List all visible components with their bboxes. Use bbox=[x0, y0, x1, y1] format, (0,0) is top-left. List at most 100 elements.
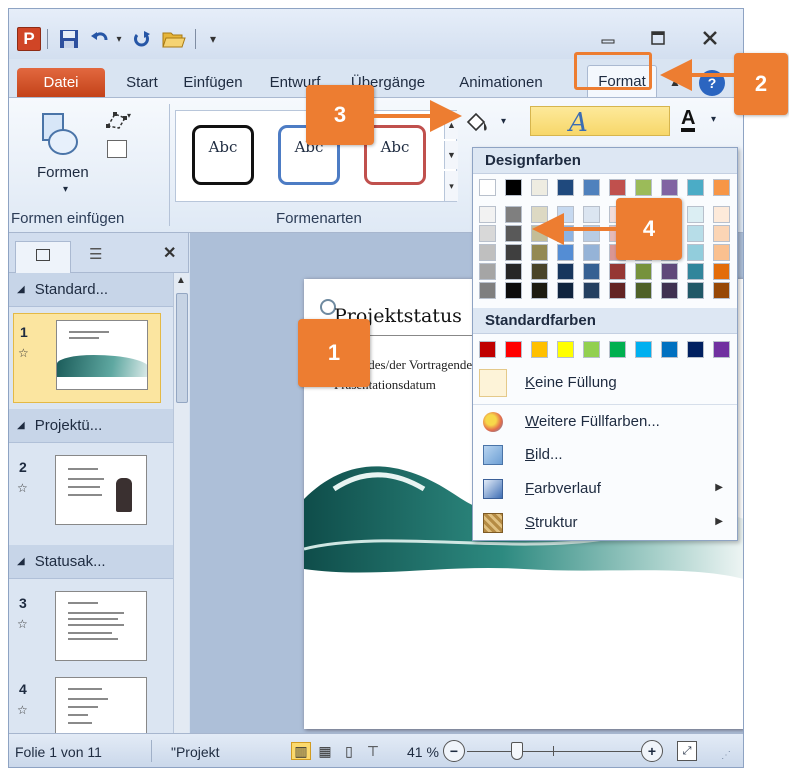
theme-shade-swatch[interactable] bbox=[479, 263, 496, 280]
no-fill-item[interactable]: Keine Füllung bbox=[473, 366, 737, 400]
zoom-level[interactable]: 41 % bbox=[407, 744, 439, 760]
theme-shade-swatch[interactable] bbox=[505, 244, 522, 261]
scrollbar-thumb[interactable] bbox=[176, 293, 188, 403]
standard-color-swatch[interactable] bbox=[531, 341, 548, 358]
theme-color-swatch[interactable] bbox=[557, 179, 574, 196]
theme-shade-swatch[interactable] bbox=[687, 282, 704, 299]
theme-shade-swatch[interactable] bbox=[687, 263, 704, 280]
theme-shade-swatch[interactable] bbox=[505, 263, 522, 280]
theme-shade-swatch[interactable] bbox=[479, 225, 496, 242]
edit-shape-icon[interactable]: ▾ bbox=[105, 110, 133, 137]
theme-color-swatch[interactable] bbox=[635, 179, 652, 196]
shape-fill-icon[interactable] bbox=[464, 112, 492, 142]
picture-fill-item[interactable]: Bild... bbox=[473, 438, 737, 472]
theme-shade-swatch[interactable] bbox=[661, 263, 678, 280]
undo-icon[interactable] bbox=[89, 27, 111, 51]
theme-shade-swatch[interactable] bbox=[713, 282, 730, 299]
standard-color-swatch[interactable] bbox=[687, 341, 704, 358]
slide-thumbnail[interactable]: 4 ☆ bbox=[13, 671, 161, 733]
text-fill-dropdown-icon[interactable]: ▾ bbox=[711, 114, 716, 125]
undo-dropdown-icon[interactable]: ▾ bbox=[113, 27, 125, 51]
customize-toolbar-icon[interactable]: ▾ bbox=[205, 27, 221, 51]
normal-view-icon[interactable]: ▥ bbox=[291, 742, 311, 760]
theme-shade-swatch[interactable] bbox=[713, 225, 730, 242]
standard-color-swatch[interactable] bbox=[479, 341, 496, 358]
theme-shade-swatch[interactable] bbox=[557, 282, 574, 299]
tab-file[interactable]: Datei bbox=[17, 68, 105, 97]
section-header[interactable]: ◢ Standard... bbox=[9, 273, 173, 307]
close-button[interactable] bbox=[694, 27, 726, 49]
theme-shade-swatch[interactable] bbox=[609, 263, 626, 280]
redo-icon[interactable] bbox=[131, 27, 153, 51]
theme-color-swatch[interactable] bbox=[479, 179, 496, 196]
save-icon[interactable] bbox=[57, 27, 81, 51]
theme-color-swatch[interactable] bbox=[713, 179, 730, 196]
section-header[interactable]: ◢ Statusak... bbox=[9, 545, 173, 579]
fit-to-window-icon[interactable]: ⤢ bbox=[677, 741, 697, 761]
tab-animations[interactable]: Animationen bbox=[445, 68, 557, 97]
theme-shade-swatch[interactable] bbox=[557, 206, 574, 223]
theme-shade-swatch[interactable] bbox=[713, 206, 730, 223]
standard-color-swatch[interactable] bbox=[583, 341, 600, 358]
tab-insert[interactable]: Einfügen bbox=[171, 68, 255, 97]
gallery-scroll-down-icon[interactable]: ▼ bbox=[444, 141, 458, 169]
scroll-up-icon[interactable]: ▲ bbox=[176, 275, 186, 286]
tab-start[interactable]: Start bbox=[117, 68, 167, 97]
zoom-in-button[interactable]: + bbox=[641, 740, 663, 762]
minimize-ribbon-icon[interactable]: ▲ bbox=[669, 75, 681, 89]
powerpoint-app-icon[interactable]: P bbox=[17, 27, 41, 51]
theme-shade-swatch[interactable] bbox=[557, 263, 574, 280]
minimize-button[interactable] bbox=[592, 27, 624, 49]
theme-shade-swatch[interactable] bbox=[713, 244, 730, 261]
theme-color-swatch[interactable] bbox=[505, 179, 522, 196]
standard-color-swatch[interactable] bbox=[635, 341, 652, 358]
slide-thumbnail[interactable]: 3 ☆ bbox=[13, 585, 161, 675]
zoom-out-button[interactable]: − bbox=[443, 740, 465, 762]
theme-color-swatch[interactable] bbox=[609, 179, 626, 196]
theme-shade-swatch[interactable] bbox=[687, 225, 704, 242]
slide-list-scrollbar[interactable]: ▲ bbox=[173, 273, 189, 733]
gallery-more-icon[interactable]: ▾ bbox=[444, 171, 458, 201]
theme-shade-swatch[interactable] bbox=[687, 244, 704, 261]
gradient-fill-item[interactable]: Farbverlauf ▶ bbox=[473, 472, 737, 506]
resize-grip-icon[interactable]: ⋰ bbox=[721, 750, 731, 761]
texture-fill-item[interactable]: Struktur ▶ bbox=[473, 506, 737, 540]
slide-show-icon[interactable]: ⊤ bbox=[363, 742, 383, 760]
theme-shade-swatch[interactable] bbox=[661, 282, 678, 299]
theme-color-swatch[interactable] bbox=[531, 179, 548, 196]
standard-color-swatch[interactable] bbox=[557, 341, 574, 358]
theme-color-swatch[interactable] bbox=[687, 179, 704, 196]
close-panel-icon[interactable]: ✕ bbox=[163, 243, 176, 263]
standard-color-swatch[interactable] bbox=[505, 341, 522, 358]
theme-shade-swatch[interactable] bbox=[635, 282, 652, 299]
shapes-button[interactable]: Formen bbox=[37, 164, 89, 181]
theme-shade-swatch[interactable] bbox=[531, 282, 548, 299]
text-box-icon[interactable] bbox=[107, 140, 127, 158]
section-header[interactable]: ◢ Projektü... bbox=[9, 409, 173, 443]
shape-style-black[interactable]: Abc bbox=[192, 125, 254, 185]
theme-shade-swatch[interactable] bbox=[635, 263, 652, 280]
theme-name[interactable]: "Projekt bbox=[171, 744, 220, 760]
maximize-button[interactable] bbox=[642, 27, 674, 49]
slide-thumbnail[interactable]: 1 ☆ bbox=[13, 313, 161, 403]
slide-sorter-icon[interactable]: ▦ bbox=[315, 742, 335, 760]
theme-shade-swatch[interactable] bbox=[479, 206, 496, 223]
theme-shade-swatch[interactable] bbox=[505, 206, 522, 223]
theme-shade-swatch[interactable] bbox=[583, 244, 600, 261]
slide-thumbnail[interactable]: 2 ☆ bbox=[13, 449, 161, 539]
theme-shade-swatch[interactable] bbox=[479, 244, 496, 261]
theme-shade-swatch[interactable] bbox=[583, 206, 600, 223]
outline-tab-icon[interactable]: ☰ bbox=[89, 245, 102, 263]
gallery-scroll-up-icon[interactable]: ▲ bbox=[444, 111, 458, 139]
zoom-slider-thumb[interactable] bbox=[511, 742, 523, 760]
theme-shade-swatch[interactable] bbox=[557, 225, 574, 242]
theme-shade-swatch[interactable] bbox=[531, 225, 548, 242]
theme-shade-swatch[interactable] bbox=[505, 225, 522, 242]
theme-shade-swatch[interactable] bbox=[583, 282, 600, 299]
reading-view-icon[interactable]: ▯ bbox=[339, 742, 359, 760]
more-fill-colors-item[interactable]: Weitere Füllfarben... bbox=[473, 404, 737, 438]
wordart-styles-button[interactable] bbox=[530, 106, 670, 136]
text-fill-icon[interactable]: A bbox=[681, 108, 696, 132]
theme-shade-swatch[interactable] bbox=[531, 263, 548, 280]
shapes-dropdown-icon[interactable]: ▾ bbox=[63, 184, 68, 195]
